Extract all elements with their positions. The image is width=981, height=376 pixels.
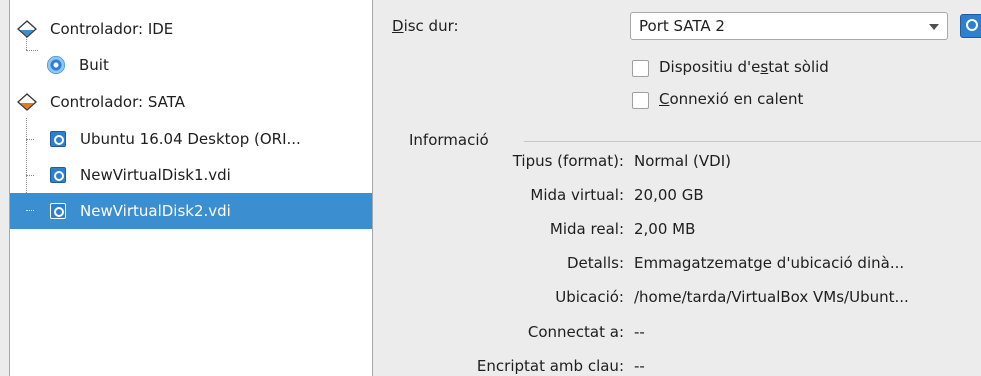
- info-row-label: Ubicació:: [555, 288, 624, 306]
- hard-disk-icon: [50, 167, 66, 183]
- info-row-value: --: [634, 323, 645, 341]
- ide-empty-label: Buit: [79, 56, 109, 74]
- tree-node-ide-controller[interactable]: Controlador: IDE: [10, 11, 372, 47]
- info-row-label: Mida virtual:: [530, 186, 624, 204]
- info-row-label: Mida real:: [549, 220, 624, 238]
- info-row-label: Detalls:: [566, 254, 624, 272]
- tree-node-sata-disk-selected[interactable]: NewVirtualDisk2.vdi: [10, 193, 372, 229]
- info-row-label: Tipus (format):: [512, 152, 624, 170]
- info-row-label: Connectat a:: [527, 323, 624, 341]
- info-row-label: Encriptat amb clau:: [476, 357, 624, 375]
- tree-node-ide-empty[interactable]: Buit: [10, 47, 372, 83]
- info-section-title: Informació: [409, 131, 489, 149]
- hard-disk-icon: [50, 131, 66, 147]
- info-row-value: /home/tarda/VirtualBox VMs/Ubunt...: [634, 288, 909, 306]
- hotplug-label[interactable]: Connexió en calent: [659, 90, 803, 108]
- section-divider: [524, 141, 981, 142]
- tree-connector: [26, 210, 34, 211]
- choose-disk-button[interactable]: [960, 14, 981, 38]
- ide-controller-label: Controlador: IDE: [50, 20, 174, 38]
- hard-disk-select[interactable]: Port SATA 2: [630, 12, 948, 40]
- disk-label: NewVirtualDisk2.vdi: [80, 202, 231, 220]
- hard-disk-select-value: Port SATA 2: [639, 17, 725, 35]
- tree-node-sata-controller[interactable]: Controlador: SATA: [10, 84, 372, 120]
- optical-disc-icon: [47, 56, 65, 74]
- disk-label: NewVirtualDisk1.vdi: [80, 166, 231, 184]
- hotplug-checkbox[interactable]: [632, 92, 649, 109]
- sata-controller-label: Controlador: SATA: [50, 93, 185, 111]
- ssd-label[interactable]: Dispositiu d'estat sòlid: [659, 58, 829, 76]
- info-row-value: 2,00 MB: [634, 220, 696, 238]
- info-row-value: Emmagatzematge d'ubicació dinà...: [634, 254, 905, 272]
- info-row-value: --: [634, 357, 645, 375]
- sata-controller-icon: [17, 93, 37, 111]
- storage-tree[interactable]: Controlador: IDE Buit Controlador: SATA …: [9, 0, 373, 376]
- info-row-value: 20,00 GB: [634, 186, 704, 204]
- ssd-checkbox[interactable]: [632, 60, 649, 77]
- tree-node-sata-disk[interactable]: NewVirtualDisk1.vdi: [10, 157, 372, 193]
- info-row-value: Normal (VDI): [634, 152, 731, 170]
- attributes-panel: Disc dur: Port SATA 2 Dispositiu d'estat…: [392, 0, 981, 376]
- disk-label: Ubuntu 16.04 Desktop (ORI...: [80, 130, 301, 148]
- tree-node-sata-disk[interactable]: Ubuntu 16.04 Desktop (ORI...: [10, 121, 372, 157]
- hard-disk-icon: [50, 203, 66, 219]
- ide-controller-icon: [17, 20, 37, 38]
- chevron-down-icon: [929, 24, 939, 30]
